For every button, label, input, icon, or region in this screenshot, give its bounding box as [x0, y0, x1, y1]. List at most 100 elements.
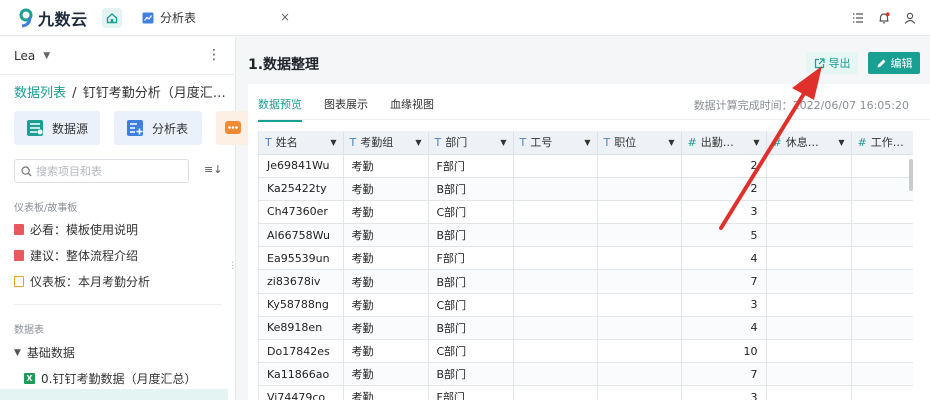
nav-item-process-intro[interactable]: 建议：整体流程介绍 — [14, 247, 138, 264]
close-icon[interactable]: × — [280, 10, 290, 24]
table-row[interactable]: Ky58788ng考勤C部门 3 1,1 — [259, 293, 913, 317]
breadcrumb-data-list[interactable]: 数据列表 — [14, 86, 66, 101]
search-icon — [21, 165, 32, 176]
table-row[interactable]: Je69841Wu考勤F部门 2 1,( — [259, 154, 913, 178]
notification-bell-icon[interactable] — [878, 12, 890, 24]
search-input[interactable] — [36, 164, 176, 178]
table-row[interactable]: Ch47360er考勤C部门 3 1,( — [259, 200, 913, 225]
table-cell — [513, 362, 598, 387]
table-item-attendance-data[interactable]: X 0.钉钉考勤数据（月度汇总） — [24, 370, 196, 387]
story-icon — [14, 250, 24, 261]
column-header[interactable]: T 职位 ▼ — [597, 131, 682, 155]
table-cell: 1,2 — [851, 316, 913, 341]
column-header[interactable]: T 工号 ▼ — [513, 131, 598, 155]
table-row[interactable]: Ea95539un考勤F部门 4 1,1 — [259, 246, 913, 271]
dropdown-caret-icon[interactable]: ▼ — [500, 138, 506, 147]
dropdown-caret-icon[interactable]: ▼ — [668, 138, 674, 147]
column-header[interactable]: # 出勤… ▼ — [681, 131, 767, 155]
column-header[interactable]: T 考勤组 ▼ — [343, 131, 429, 155]
tab-analysis-table[interactable]: 分析表 × — [136, 0, 296, 36]
column-label: 姓名 — [275, 136, 298, 150]
column-label: 部门 — [445, 136, 468, 150]
nav-item-template-guide[interactable]: 必看：模板使用说明 — [14, 221, 138, 238]
column-label: 职位 — [614, 136, 637, 150]
table-row[interactable]: Ka11866ao考勤B部门 7 1,2 — [259, 362, 913, 387]
dropdown-caret-icon[interactable]: ▼ — [838, 138, 844, 147]
table-row[interactable]: Do17842es考勤C部门 10 1,2 — [259, 339, 913, 364]
data-grid: T姓名▼T考勤组▼T部门▼T工号▼T职位▼#出勤…▼#休息…▼#工作…▼ Je6… — [258, 131, 913, 400]
table-cell: 4 — [681, 316, 767, 341]
more-options-icon[interactable]: ⋮ — [207, 48, 221, 62]
table-row[interactable]: zi83678iv考勤B部门 7 1,1 — [259, 269, 913, 294]
logo-icon — [19, 8, 33, 27]
active-table-item[interactable] — [0, 389, 228, 400]
column-header[interactable]: # 休息… ▼ — [766, 131, 852, 155]
top-bar: 九数云 分析表 × — [0, 0, 930, 36]
table-cell — [597, 246, 682, 271]
column-header[interactable]: T 部门 ▼ — [428, 131, 514, 155]
vertical-scrollbar[interactable] — [909, 159, 913, 191]
table-cell: B部门 — [428, 177, 514, 201]
search-field[interactable] — [14, 159, 189, 183]
data-table: T姓名▼T考勤组▼T部门▼T工号▼T职位▼#出勤…▼#休息…▼#工作…▼ Je6… — [259, 131, 913, 400]
table-cell: 1,2 — [851, 385, 913, 400]
table-row[interactable]: Vi74479co考勤F部门 3 1,2 — [259, 385, 913, 400]
column-header[interactable]: #工作…▼ — [851, 131, 913, 155]
table-row[interactable]: Ka25422ty考勤B部门 2 1,( — [259, 177, 913, 201]
user-switcher[interactable]: Lea ▼ — [14, 49, 50, 63]
table-cell: B部门 — [428, 269, 514, 294]
data-source-icon — [27, 120, 43, 136]
table-cell: Je69841Wu — [259, 154, 344, 178]
table-row[interactable]: Ke8918en考勤B部门 4 1,2 — [259, 316, 913, 341]
table-cell: 1,2 — [851, 339, 913, 364]
edit-button[interactable]: 编辑 — [868, 52, 920, 74]
table-cell — [597, 385, 682, 400]
dropdown-caret-icon[interactable]: ▼ — [753, 138, 759, 147]
dashboard-section-title: 仪表板/故事板 — [14, 203, 78, 214]
table-cell: F部门 — [428, 154, 514, 178]
nav-item-monthly-attendance[interactable]: 仪表板：本月考勤分析 — [14, 273, 150, 290]
table-cell: 1,( — [851, 154, 913, 178]
table-cell: 5 — [681, 223, 767, 248]
table-row[interactable]: Al66758Wu考勤B部门 5 1,( — [259, 223, 913, 248]
data-source-button[interactable]: 数据源 — [14, 111, 100, 145]
user-profile-icon[interactable] — [904, 12, 916, 24]
export-label: 导出 — [828, 57, 851, 70]
field-type-icon: # — [857, 135, 867, 149]
sort-icon[interactable]: ≡↓ — [204, 163, 222, 176]
home-tab[interactable] — [98, 0, 126, 36]
folder-label: 基础数据 — [26, 346, 75, 360]
dropdown-caret-icon[interactable]: ▼ — [415, 138, 421, 147]
column-label: 出勤… — [700, 136, 734, 150]
table-cell: 2 — [681, 177, 767, 201]
list-tasks-icon[interactable] — [852, 12, 864, 24]
breadcrumb-current: 钉钉考勤分析（月度汇… — [82, 86, 226, 101]
divider — [258, 119, 930, 120]
table-cell — [513, 339, 598, 364]
table-cell — [766, 246, 852, 271]
table-cell — [513, 246, 598, 271]
logo-text: 九数云 — [38, 9, 88, 29]
column-header[interactable]: T 姓名 ▼ — [259, 131, 344, 155]
table-cell — [597, 223, 682, 248]
table-cell — [597, 200, 682, 225]
resize-handle[interactable]: · · · — [231, 259, 235, 275]
app-logo[interactable]: 九数云 — [0, 0, 98, 36]
dropdown-caret-icon[interactable]: ▼ — [584, 138, 590, 147]
table-cell: B部门 — [428, 316, 514, 341]
table-cell: F部门 — [428, 246, 514, 271]
data-source-label: 数据源 — [52, 121, 89, 136]
more-quick-button[interactable] — [216, 111, 250, 145]
table-cell: C部门 — [428, 200, 514, 225]
analysis-table-button[interactable]: 分析表 — [114, 111, 202, 145]
calc-time: 数据计算完成时间：2022/06/07 16:05:20 — [693, 99, 909, 112]
table-cell — [766, 200, 852, 225]
table-cell: C部门 — [428, 339, 514, 364]
table-cell: 1,1 — [851, 293, 913, 317]
table-cell — [513, 293, 598, 317]
table-cell: 1,2 — [851, 362, 913, 387]
folder-basic-data[interactable]: ▼ 基础数据 — [14, 344, 75, 361]
export-button[interactable]: 导出 — [806, 52, 858, 74]
table-cell: Ka11866ao — [259, 362, 344, 387]
dropdown-caret-icon[interactable]: ▼ — [330, 138, 336, 147]
